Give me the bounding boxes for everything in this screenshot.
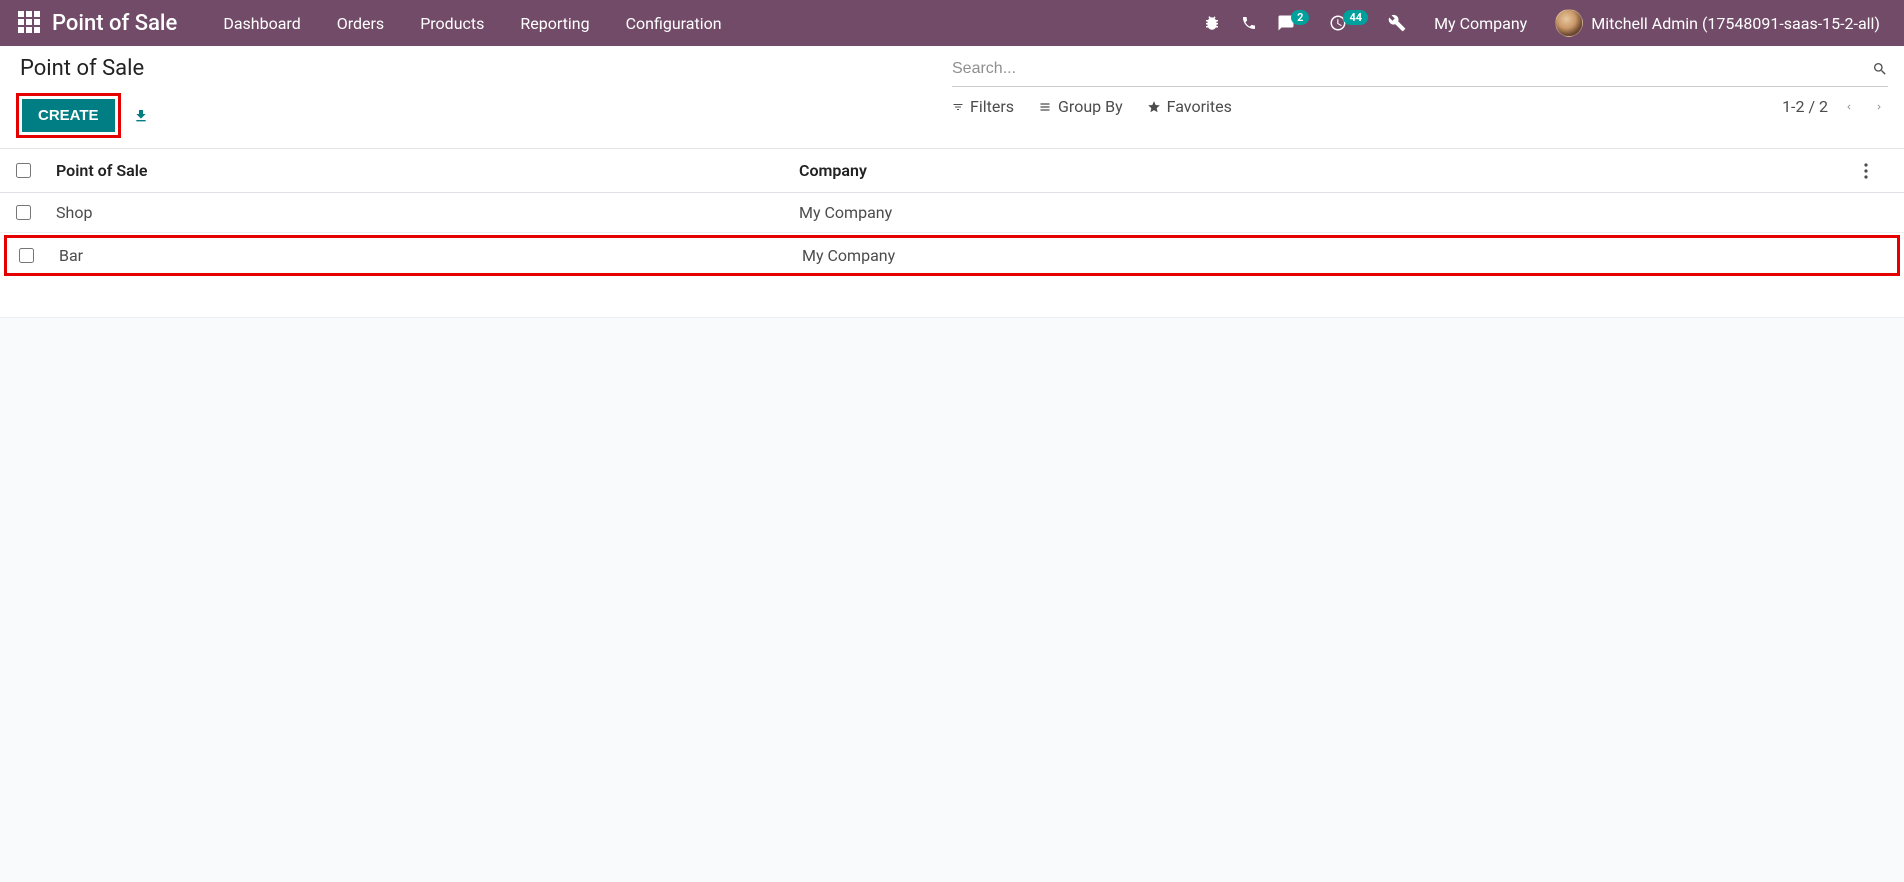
messages-badge: 2 (1291, 10, 1309, 25)
table-row[interactable]: Bar My Company (7, 238, 1897, 273)
pager-range: 1-2 / 2 (1782, 97, 1828, 116)
user-menu[interactable]: Mitchell Admin (17548091-saas-15-2-all) (1545, 9, 1896, 37)
header-company[interactable]: Company (799, 161, 1864, 180)
search-input[interactable] (952, 56, 1872, 82)
groupby-button[interactable]: Group By (1038, 97, 1123, 116)
table-row[interactable]: Shop My Company (0, 193, 1904, 233)
top-navbar: Point of Sale Dashboard Orders Products … (0, 0, 1904, 46)
user-name-label: Mitchell Admin (17548091-saas-15-2-all) (1591, 14, 1880, 33)
header-name[interactable]: Point of Sale (56, 161, 799, 180)
column-menu-icon[interactable] (1864, 163, 1888, 179)
row-name: Shop (56, 203, 799, 222)
table-header: Point of Sale Company (0, 149, 1904, 193)
breadcrumb: Point of Sale (16, 56, 952, 81)
pager-next-icon[interactable] (1870, 99, 1888, 115)
row-company: My Company (799, 203, 1864, 222)
row-name: Bar (59, 246, 802, 265)
row-checkbox[interactable] (16, 205, 31, 220)
control-panel: Point of Sale CREATE Filters Group By (0, 46, 1904, 149)
phone-icon[interactable] (1231, 15, 1267, 31)
menu-products[interactable]: Products (402, 14, 502, 33)
app-brand[interactable]: Point of Sale (52, 11, 177, 36)
pager-prev-icon[interactable] (1840, 99, 1858, 115)
activities-icon[interactable]: 44 (1319, 14, 1378, 32)
favorites-button[interactable]: Favorites (1147, 97, 1232, 116)
list-view: Point of Sale Company Shop My Company Ba… (0, 149, 1904, 318)
filters-button[interactable]: Filters (952, 97, 1014, 116)
menu-dashboard[interactable]: Dashboard (205, 14, 318, 33)
row-checkbox[interactable] (19, 248, 34, 263)
table-footer-spacer (0, 278, 1904, 318)
menu-configuration[interactable]: Configuration (608, 14, 740, 33)
avatar (1555, 9, 1583, 37)
company-switcher[interactable]: My Company (1416, 14, 1545, 33)
menu-orders[interactable]: Orders (319, 14, 402, 33)
search-bar (952, 56, 1888, 87)
menu-reporting[interactable]: Reporting (502, 14, 607, 33)
row-company: My Company (802, 246, 1861, 265)
debug-icon[interactable] (1193, 14, 1231, 32)
select-all-checkbox[interactable] (16, 163, 31, 178)
create-button[interactable]: CREATE (22, 99, 115, 132)
export-icon[interactable] (133, 108, 149, 124)
activities-badge: 44 (1343, 10, 1368, 25)
apps-icon[interactable] (18, 11, 42, 35)
groupby-label: Group By (1058, 97, 1123, 116)
search-icon[interactable] (1872, 61, 1888, 77)
tools-icon[interactable] (1378, 14, 1416, 32)
pager: 1-2 / 2 (1782, 97, 1888, 116)
highlight-create: CREATE (16, 93, 121, 138)
favorites-label: Favorites (1167, 97, 1232, 116)
filters-label: Filters (970, 97, 1014, 116)
messages-icon[interactable]: 2 (1267, 14, 1319, 32)
highlight-row: Bar My Company (4, 235, 1900, 276)
